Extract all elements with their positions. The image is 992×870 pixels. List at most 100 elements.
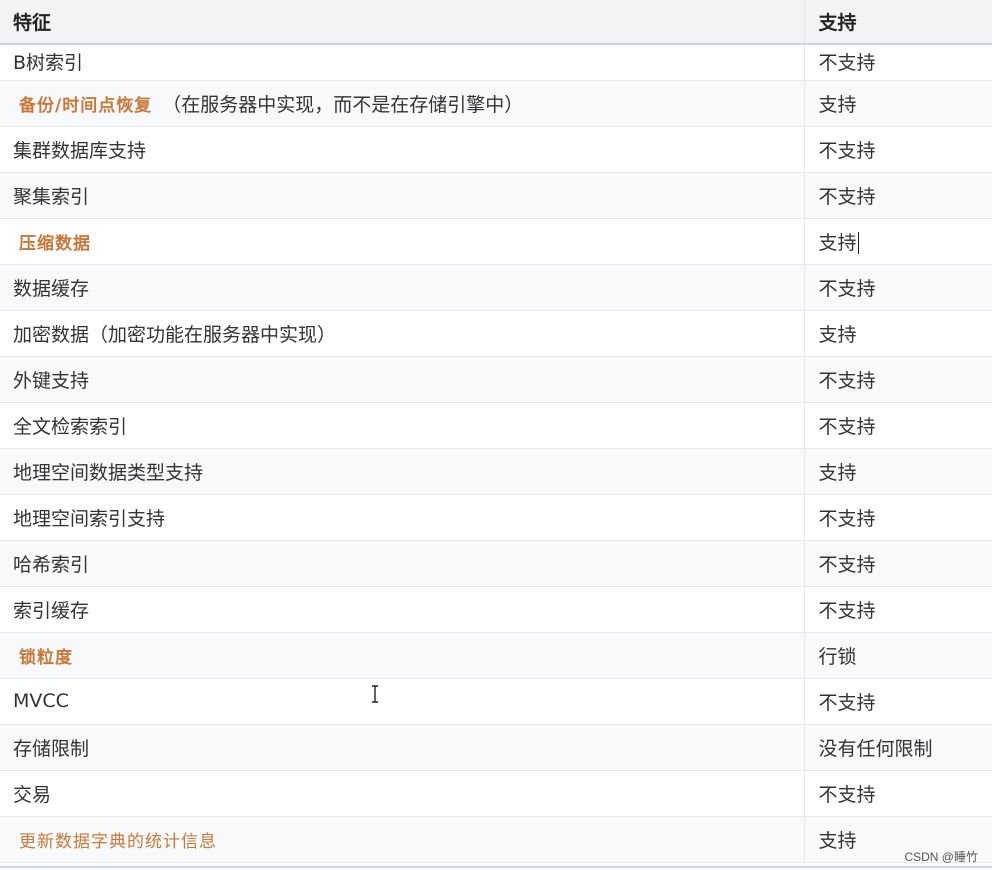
support-value: 支持	[818, 461, 857, 484]
feature-cell[interactable]: B树索引	[0, 44, 804, 81]
support-cell[interactable]: 不支持	[803, 678, 992, 725]
feature-label: B树索引	[13, 52, 84, 74]
feature-cell[interactable]: 锁粒度	[0, 632, 804, 679]
support-cell[interactable]: 不支持	[803, 540, 992, 587]
table-row: 地理空间数据类型支持 支持	[0, 448, 992, 495]
feature-label: 压缩数据	[19, 233, 91, 254]
feature-label: 更新数据字典的统计信息	[19, 831, 217, 852]
support-value: 不支持	[818, 415, 876, 438]
table-row: 集群数据库支持 不支持	[0, 126, 992, 173]
support-value: 不支持	[818, 139, 876, 162]
feature-label: 地理空间数据类型支持	[13, 461, 204, 484]
feature-cell[interactable]: 聚集索引	[0, 172, 804, 219]
support-value: 没有任何限制	[818, 737, 933, 760]
feature-cell[interactable]: 外键支持	[0, 356, 804, 403]
support-cell[interactable]: 不支持	[803, 126, 992, 173]
feature-note: （在服务器中实现，而不是在存储引擎中）	[162, 93, 524, 116]
support-cell[interactable]: 不支持	[803, 264, 992, 311]
table-row: 数据缓存 不支持	[0, 264, 992, 311]
feature-label: MVCC	[13, 690, 69, 712]
feature-label: 锁粒度	[19, 647, 73, 668]
table-row: 哈希索引 不支持	[0, 540, 992, 587]
feature-cell[interactable]: 地理空间数据类型支持	[0, 448, 804, 495]
support-value: 不支持	[818, 507, 876, 530]
feature-cell[interactable]: 集群数据库支持	[0, 126, 804, 173]
table-row: MVCC 不支持	[0, 678, 992, 725]
support-cell[interactable]: 不支持	[803, 586, 992, 633]
feature-label: 地理空间索引支持	[13, 507, 166, 530]
feature-table-container: 特征 支持 B树索引 不支持 备份/时间点恢复 （在服务器中实现，而不是在存储引擎中）…	[0, 0, 992, 870]
support-value: 支持	[818, 93, 857, 116]
feature-label: 备份/时间点恢复	[19, 95, 153, 116]
feature-cell[interactable]: 哈希索引	[0, 540, 804, 587]
table-row: 压缩数据 支持	[0, 218, 992, 265]
support-value: 不支持	[818, 369, 876, 392]
support-value: 不支持	[818, 783, 876, 806]
support-cell[interactable]: 不支持	[803, 44, 992, 81]
support-cell[interactable]: 支持	[803, 448, 992, 495]
feature-label: 加密数据（加密功能在服务器中实现）	[13, 323, 337, 346]
support-cell[interactable]: 支持	[803, 218, 992, 265]
support-cell[interactable]: 不支持	[803, 494, 992, 541]
feature-cell[interactable]: MVCC	[0, 678, 804, 725]
feature-cell[interactable]: 备份/时间点恢复 （在服务器中实现，而不是在存储引擎中）	[0, 80, 804, 127]
support-value: 行锁	[818, 645, 857, 668]
table-row: 聚集索引 不支持	[0, 172, 992, 219]
feature-cell[interactable]: 索引缓存	[0, 586, 804, 633]
feature-cell[interactable]: 压缩数据	[0, 218, 804, 265]
text-cursor-icon	[372, 685, 378, 703]
feature-label: 集群数据库支持	[13, 139, 147, 162]
text-caret	[857, 232, 859, 254]
feature-label: 存储限制	[13, 737, 90, 760]
support-value: 不支持	[818, 553, 876, 576]
support-cell[interactable]: 支持	[803, 310, 992, 357]
feature-cell[interactable]: 交易	[0, 770, 804, 817]
support-cell[interactable]: 不支持	[803, 172, 992, 219]
feature-cell[interactable]: 地理空间索引支持	[0, 494, 804, 541]
table-row: 更新数据字典的统计信息 支持	[0, 816, 992, 863]
support-value: 支持	[818, 829, 857, 852]
support-value: 不支持	[818, 691, 876, 714]
table-header-row: 特征 支持	[0, 0, 992, 45]
feature-support-table: 特征 支持 B树索引 不支持 备份/时间点恢复 （在服务器中实现，而不是在存储引擎中）…	[0, 0, 992, 863]
feature-label: 外键支持	[13, 369, 90, 392]
feature-cell[interactable]: 存储限制	[0, 724, 804, 771]
watermark: CSDN @睡竹	[904, 850, 978, 864]
table-row: 全文检索索引 不支持	[0, 402, 992, 449]
table-row: B树索引 不支持	[0, 44, 992, 81]
support-value: 支持	[818, 231, 857, 254]
support-cell[interactable]: 支持	[803, 80, 992, 127]
table-row: 地理空间索引支持 不支持	[0, 494, 992, 541]
table-row: 锁粒度 行锁	[0, 632, 992, 679]
table-row: 索引缓存 不支持	[0, 586, 992, 633]
feature-label: 全文检索索引	[13, 415, 128, 438]
support-cell[interactable]: 不支持	[803, 402, 992, 449]
feature-cell[interactable]: 数据缓存	[0, 264, 804, 311]
table-row: 存储限制 没有任何限制	[0, 724, 992, 771]
support-value: 不支持	[818, 599, 876, 622]
feature-label: 索引缓存	[13, 599, 90, 622]
support-value: 不支持	[818, 185, 876, 208]
support-value: 支持	[818, 323, 857, 346]
feature-cell[interactable]: 更新数据字典的统计信息	[0, 816, 804, 863]
table-row: 外键支持 不支持	[0, 356, 992, 403]
table-body: B树索引 不支持 备份/时间点恢复 （在服务器中实现，而不是在存储引擎中） 支持 集群数据…	[0, 44, 992, 863]
feature-cell[interactable]: 全文检索索引	[0, 402, 804, 449]
support-cell[interactable]: 没有任何限制	[803, 724, 992, 771]
feature-cell[interactable]: 加密数据（加密功能在服务器中实现）	[0, 310, 804, 357]
feature-label: 交易	[13, 783, 52, 806]
table-row: 交易 不支持	[0, 770, 992, 817]
feature-label: 聚集索引	[13, 185, 90, 208]
header-feature[interactable]: 特征	[0, 0, 804, 45]
table-row: 备份/时间点恢复 （在服务器中实现，而不是在存储引擎中） 支持	[0, 80, 992, 127]
table-bottom-border	[0, 866, 992, 868]
table-row: 加密数据（加密功能在服务器中实现） 支持	[0, 310, 992, 357]
support-cell[interactable]: 不支持	[803, 356, 992, 403]
feature-label: 哈希索引	[13, 553, 90, 576]
feature-label: 数据缓存	[13, 277, 90, 300]
support-cell[interactable]: 行锁	[803, 632, 992, 679]
support-value: 不支持	[818, 52, 876, 74]
support-cell[interactable]: 不支持	[803, 770, 992, 817]
header-support[interactable]: 支持	[803, 0, 992, 45]
support-value: 不支持	[818, 277, 876, 300]
